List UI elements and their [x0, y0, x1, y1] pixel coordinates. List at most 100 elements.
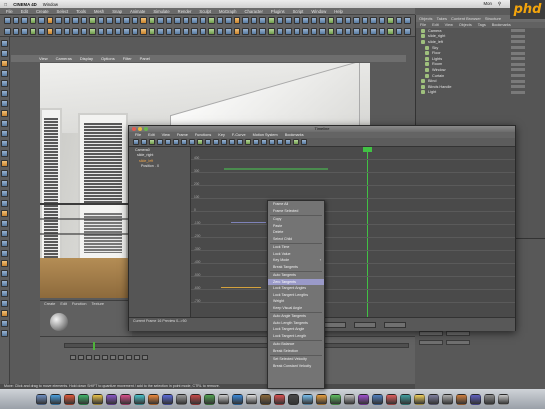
- toolbar-tool-icon[interactable]: [174, 17, 181, 24]
- menu-item-create[interactable]: Create: [36, 9, 49, 14]
- toolbar-tool-icon[interactable]: [157, 17, 164, 24]
- tool-icon[interactable]: [1, 80, 8, 87]
- toolbar-tool-icon[interactable]: [216, 17, 224, 24]
- object-menu-item[interactable]: View: [445, 23, 453, 27]
- menu-item-sculpt[interactable]: Sculpt: [199, 9, 211, 14]
- timeline-menu-item[interactable]: Functions: [195, 133, 211, 137]
- toolbar-tool-icon[interactable]: [242, 17, 249, 24]
- playback-button[interactable]: [86, 355, 92, 360]
- toolbar-tool-icon[interactable]: [80, 17, 88, 24]
- tool-icon[interactable]: [1, 220, 8, 227]
- tool-icon[interactable]: [1, 280, 8, 287]
- toolbar-tool-icon[interactable]: [131, 17, 139, 24]
- playback-button[interactable]: [70, 355, 76, 360]
- playback-button[interactable]: [78, 355, 84, 360]
- dock-app-icon[interactable]: [274, 393, 285, 405]
- viewport-menu-filter[interactable]: Filter: [123, 56, 132, 61]
- viewport-menu-options[interactable]: Options: [101, 56, 115, 61]
- timeline-tool-icon[interactable]: [173, 139, 179, 145]
- toolbar-tool-icon[interactable]: [404, 28, 411, 35]
- toolbar-tool-icon[interactable]: [21, 28, 28, 35]
- dock-app-icon[interactable]: [484, 393, 495, 405]
- toolbar-tool-icon[interactable]: [191, 17, 198, 24]
- toolbar-tool-icon[interactable]: [114, 28, 122, 35]
- menu-item-script[interactable]: Script: [293, 9, 304, 14]
- current-frame-marker[interactable]: [93, 342, 95, 350]
- dock-app-icon[interactable]: [302, 393, 313, 405]
- toolbar-tool-icon[interactable]: [106, 28, 113, 35]
- tool-icon[interactable]: [1, 100, 8, 107]
- toolbar-tool-icon[interactable]: [285, 17, 292, 24]
- tool-icon[interactable]: [1, 230, 8, 237]
- tool-icon[interactable]: [1, 270, 8, 277]
- timeline-tool-icon[interactable]: [269, 139, 275, 145]
- timeline-menu-item[interactable]: Motion System: [253, 133, 278, 137]
- menu-item-tools[interactable]: Tools: [76, 9, 86, 14]
- playhead-handle[interactable]: [363, 147, 372, 152]
- toolbar-tool-icon[interactable]: [38, 17, 45, 24]
- dock-app-icon[interactable]: [162, 393, 173, 405]
- dock-app-icon[interactable]: [204, 393, 215, 405]
- timeline-tool-icon[interactable]: [149, 139, 155, 145]
- object-tag[interactable]: [511, 74, 525, 78]
- material-menu-item[interactable]: Edit: [60, 302, 67, 306]
- menu-item-simulate[interactable]: Simulate: [153, 9, 169, 14]
- toolbar-tool-icon[interactable]: [148, 28, 156, 35]
- toolbar-tool-icon[interactable]: [80, 28, 88, 35]
- dock-app-icon[interactable]: [470, 393, 481, 405]
- object-tag[interactable]: [511, 85, 525, 89]
- dock-app-icon[interactable]: [400, 393, 411, 405]
- toolbar-tool-icon[interactable]: [199, 17, 207, 24]
- toolbar-tool-icon[interactable]: [182, 17, 190, 24]
- dock-app-icon[interactable]: [50, 393, 61, 405]
- timeline-ruler[interactable]: [64, 343, 409, 348]
- toolbar-tool-icon[interactable]: [327, 17, 335, 24]
- dock-app-icon[interactable]: [316, 393, 327, 405]
- dock-app-icon[interactable]: [456, 393, 467, 405]
- object-tag[interactable]: [511, 57, 525, 61]
- menu-item-character[interactable]: Character: [245, 9, 263, 14]
- toolbar-tool-icon[interactable]: [302, 17, 309, 24]
- menu-item-file[interactable]: File: [6, 9, 13, 14]
- context-menu-item[interactable]: Lock Tangent Length: [268, 333, 324, 340]
- dock-app-icon[interactable]: [190, 393, 201, 405]
- toolbar-tool-icon[interactable]: [276, 28, 284, 35]
- timeline-button[interactable]: [384, 322, 406, 328]
- timeline-tool-icon[interactable]: [181, 139, 187, 145]
- toolbar-tool-icon[interactable]: [55, 17, 62, 24]
- tool-icon[interactable]: [1, 50, 8, 57]
- tool-icon[interactable]: [1, 240, 8, 247]
- toolbar-tool-icon[interactable]: [4, 28, 11, 35]
- dock-app-icon[interactable]: [442, 393, 453, 405]
- timeline-button[interactable]: [354, 322, 376, 328]
- tool-icon[interactable]: [1, 140, 8, 147]
- apple-menu[interactable]: : [4, 2, 7, 7]
- timeline-menu-item[interactable]: View: [162, 133, 170, 137]
- object-tag[interactable]: [511, 40, 525, 44]
- object-row[interactable]: Light: [416, 90, 545, 96]
- toolbar-tool-icon[interactable]: [225, 17, 232, 24]
- toolbar-tool-icon[interactable]: [72, 28, 79, 35]
- toolbar-tool-icon[interactable]: [319, 17, 326, 24]
- toolbar-tool-icon[interactable]: [4, 17, 11, 24]
- dock-app-icon[interactable]: [246, 393, 257, 405]
- tool-icon[interactable]: [1, 200, 8, 207]
- timeline-button[interactable]: [324, 322, 346, 328]
- toolbar-tool-icon[interactable]: [46, 17, 54, 24]
- spotlight-icon[interactable]: ⚲: [498, 1, 501, 7]
- attribute-field[interactable]: [419, 331, 443, 336]
- toolbar-tool-icon[interactable]: [165, 17, 173, 24]
- object-menu-item[interactable]: File: [420, 23, 426, 27]
- viewport-menu-view[interactable]: View: [39, 56, 48, 61]
- toolbar-tool-icon[interactable]: [140, 28, 147, 35]
- toolbar-tool-icon[interactable]: [72, 17, 79, 24]
- track-range[interactable]: [224, 168, 328, 170]
- toolbar-tool-icon[interactable]: [336, 28, 343, 35]
- timeline-menu-item[interactable]: Frame: [177, 133, 188, 137]
- dock-app-icon[interactable]: [106, 393, 117, 405]
- toolbar-tool-icon[interactable]: [404, 17, 411, 24]
- playback-button[interactable]: [110, 355, 116, 360]
- object-menu-item[interactable]: Bookmarks: [492, 23, 511, 27]
- toolbar-tool-icon[interactable]: [395, 28, 403, 35]
- curve-segment[interactable]: [221, 287, 261, 288]
